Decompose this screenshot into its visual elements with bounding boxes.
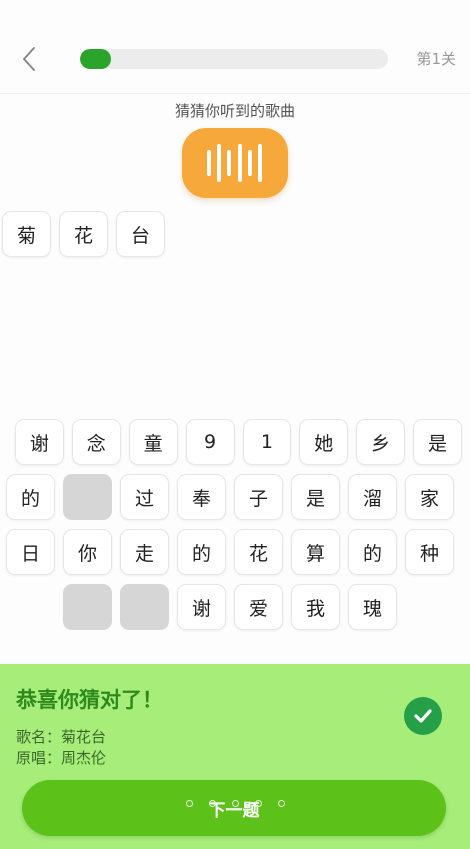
- candidate-tile[interactable]: 子: [234, 474, 283, 520]
- candidate-row: 的 过 奉 子 是 溜 家: [6, 474, 462, 520]
- candidate-tile[interactable]: 谢: [15, 419, 64, 465]
- play-audio-button[interactable]: [182, 128, 288, 198]
- candidate-tile[interactable]: 是: [291, 474, 340, 520]
- candidate-tile[interactable]: 过: [120, 474, 169, 520]
- candidate-row: 谢 念 童 9 1 她 乡 是: [6, 419, 462, 465]
- candidate-tile[interactable]: 的: [348, 529, 397, 575]
- indicator-dot: [209, 799, 216, 807]
- check-circle-icon: [404, 697, 442, 735]
- candidate-tile[interactable]: 花: [234, 529, 283, 575]
- answer-slot[interactable]: 台: [116, 211, 165, 257]
- candidate-tile[interactable]: 是: [413, 419, 462, 465]
- candidate-tile[interactable]: 溜: [348, 474, 397, 520]
- used-tile: [63, 474, 112, 520]
- header-bar: 第1关: [0, 0, 470, 94]
- candidate-tile[interactable]: 爱: [234, 584, 283, 630]
- success-title: 恭喜你猜对了！: [16, 688, 163, 712]
- answer-slots: 菊 花 台: [2, 211, 165, 257]
- indicator-dot: [232, 799, 239, 807]
- candidate-tile[interactable]: 9: [185, 419, 235, 465]
- candidate-tile[interactable]: 童: [128, 419, 178, 465]
- candidate-tile[interactable]: 奉: [177, 474, 226, 520]
- candidate-row: 日 你 走 的 花 算 的 种: [6, 529, 462, 575]
- guess-song-screen: 第1关 猜猜你听到的歌曲 菊 花 台 谢 念 童 9 1 她 乡 是 的 过 奉…: [0, 0, 470, 849]
- indicator-dot: [255, 799, 262, 807]
- candidate-tile[interactable]: 日: [6, 529, 55, 575]
- answer-slot[interactable]: 菊: [2, 211, 51, 257]
- used-tile: [63, 584, 112, 630]
- candidate-row: 谢 爱 我 瑰: [6, 584, 462, 630]
- song-name: 歌名：菊花台: [16, 728, 107, 746]
- candidate-tile[interactable]: 瑰: [348, 584, 397, 630]
- used-tile: [120, 584, 169, 630]
- sound-wave-icon: [207, 144, 262, 182]
- candidate-tile[interactable]: 走: [120, 529, 169, 575]
- candidate-tile[interactable]: 的: [6, 474, 55, 520]
- candidate-tile[interactable]: 念: [71, 419, 121, 465]
- candidate-tile[interactable]: 你: [63, 529, 112, 575]
- candidate-tile[interactable]: 我: [291, 584, 340, 630]
- candidate-tile[interactable]: 谢: [177, 584, 226, 630]
- candidate-tile[interactable]: 算: [291, 529, 340, 575]
- candidate-grid: 谢 念 童 9 1 她 乡 是 的 过 奉 子 是 溜 家 日 你 走 的 花 …: [6, 419, 462, 639]
- level-label: 第1关: [416, 50, 456, 68]
- candidate-tile[interactable]: 1: [242, 419, 292, 465]
- page-indicator: [186, 797, 296, 809]
- success-panel: 恭喜你猜对了！ 歌名：菊花台 原唱：周杰伦 下一题: [0, 664, 470, 849]
- answer-slot[interactable]: 花: [59, 211, 108, 257]
- indicator-dot: [278, 799, 285, 807]
- chevron-left-icon: [23, 47, 35, 71]
- candidate-tile[interactable]: 她: [299, 419, 349, 465]
- level-progress-bar: [80, 49, 388, 69]
- candidate-tile[interactable]: 家: [405, 474, 454, 520]
- singer-name: 原唱：周杰伦: [16, 749, 107, 767]
- candidate-tile[interactable]: 的: [177, 529, 226, 575]
- candidate-tile[interactable]: 乡: [356, 419, 406, 465]
- progress-fill: [80, 49, 111, 69]
- indicator-dot: [186, 799, 193, 807]
- prompt-text: 猜猜你听到的歌曲: [174, 102, 295, 120]
- back-button[interactable]: [14, 42, 44, 76]
- candidate-tile[interactable]: 种: [405, 529, 454, 575]
